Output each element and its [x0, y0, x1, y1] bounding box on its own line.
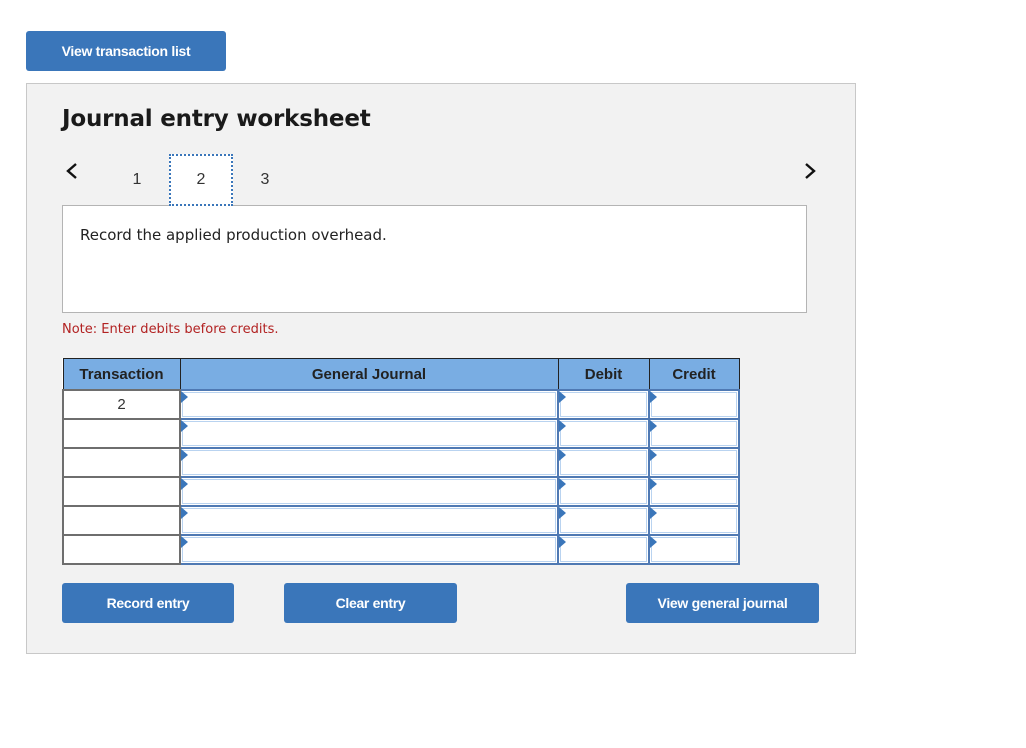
table-row [62, 476, 740, 507]
cell-marker-icon [181, 391, 188, 403]
debit-input-cell [557, 534, 650, 565]
chevron-right-icon [805, 163, 816, 179]
table-row [62, 418, 740, 449]
debit-input[interactable] [560, 508, 647, 533]
record-entry-button[interactable]: Record entry [62, 583, 234, 623]
account-dropdown[interactable] [182, 421, 556, 446]
journal-table: Transaction General Journal Debit Credit… [62, 358, 740, 565]
debit-input-cell [557, 418, 650, 449]
credit-input[interactable] [651, 537, 737, 562]
worksheet-title: Journal entry worksheet [62, 106, 371, 132]
credit-input-cell [648, 418, 740, 449]
cell-marker-icon [181, 449, 188, 461]
cell-marker-icon [650, 507, 657, 519]
transaction-cell [62, 476, 181, 507]
header-credit: Credit [648, 358, 740, 391]
credit-input-cell [648, 534, 740, 565]
view-general-journal-button[interactable]: View general journal [626, 583, 819, 623]
chevron-left-icon [66, 163, 77, 179]
credit-input[interactable] [651, 450, 737, 475]
cell-marker-icon [650, 391, 657, 403]
cell-marker-icon [559, 449, 566, 461]
cell-marker-icon [559, 420, 566, 432]
transaction-cell [62, 505, 181, 536]
cell-marker-icon [650, 449, 657, 461]
journal-entry-worksheet-panel: Journal entry worksheet 1 2 3 Record the… [26, 83, 856, 654]
debit-input-cell [557, 505, 650, 536]
note-text: Note: Enter debits before credits. [62, 322, 279, 337]
cell-marker-icon [650, 478, 657, 490]
credit-input[interactable] [651, 479, 737, 504]
account-dropdown[interactable] [182, 450, 556, 475]
page-tab-1[interactable]: 1 [105, 154, 169, 206]
account-dropdown[interactable] [182, 392, 556, 417]
account-dropdown-cell [179, 534, 559, 565]
credit-input[interactable] [651, 421, 737, 446]
transaction-cell [62, 418, 181, 449]
debit-input-cell [557, 389, 650, 420]
table-row: 2 [62, 389, 740, 420]
debit-input[interactable] [560, 479, 647, 504]
account-dropdown[interactable] [182, 479, 556, 504]
transaction-cell [62, 534, 181, 565]
transaction-cell: 2 [62, 389, 181, 420]
header-transaction: Transaction [62, 358, 181, 391]
cell-marker-icon [559, 478, 566, 490]
table-header-row: Transaction General Journal Debit Credit [62, 358, 740, 391]
debit-input[interactable] [560, 450, 647, 475]
cell-marker-icon [559, 536, 566, 548]
cell-marker-icon [181, 507, 188, 519]
debit-input[interactable] [560, 537, 647, 562]
account-dropdown-cell [179, 447, 559, 478]
credit-input[interactable] [651, 508, 737, 533]
account-dropdown-cell [179, 418, 559, 449]
clear-entry-button[interactable]: Clear entry [284, 583, 457, 623]
credit-input[interactable] [651, 392, 737, 417]
account-dropdown-cell [179, 389, 559, 420]
view-transaction-list-button[interactable]: View transaction list [26, 31, 226, 71]
cell-marker-icon [181, 536, 188, 548]
table-row [62, 534, 740, 565]
page-tab-3[interactable]: 3 [233, 154, 297, 206]
cell-marker-icon [650, 420, 657, 432]
account-dropdown-cell [179, 505, 559, 536]
debit-input-cell [557, 476, 650, 507]
credit-input-cell [648, 389, 740, 420]
credit-input-cell [648, 476, 740, 507]
credit-input-cell [648, 505, 740, 536]
page-tab-2-active[interactable]: 2 [169, 154, 233, 206]
next-page-button[interactable] [800, 160, 820, 182]
previous-page-button[interactable] [62, 160, 82, 182]
table-row [62, 505, 740, 536]
table-row [62, 447, 740, 478]
cell-marker-icon [650, 536, 657, 548]
account-dropdown[interactable] [182, 537, 556, 562]
transaction-cell [62, 447, 181, 478]
account-dropdown[interactable] [182, 508, 556, 533]
debit-input[interactable] [560, 421, 647, 446]
header-debit: Debit [557, 358, 650, 391]
header-general-journal: General Journal [179, 358, 559, 391]
credit-input-cell [648, 447, 740, 478]
cell-marker-icon [181, 420, 188, 432]
cell-marker-icon [559, 391, 566, 403]
account-dropdown-cell [179, 476, 559, 507]
cell-marker-icon [181, 478, 188, 490]
debit-input[interactable] [560, 392, 647, 417]
debit-input-cell [557, 447, 650, 478]
instruction-text: Record the applied production overhead. [80, 226, 387, 244]
cell-marker-icon [559, 507, 566, 519]
instruction-box: Record the applied production overhead. [62, 205, 807, 313]
